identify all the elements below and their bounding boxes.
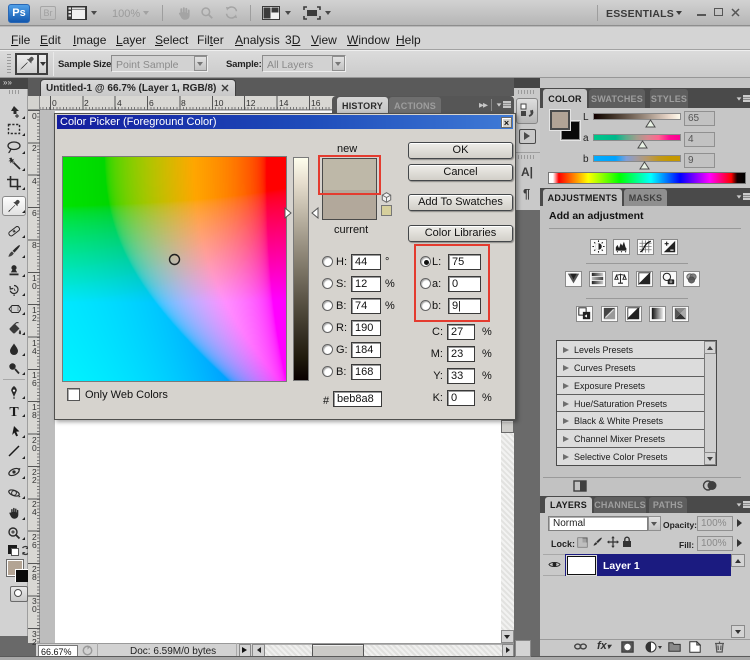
svg-text:T: T [9, 405, 19, 418]
